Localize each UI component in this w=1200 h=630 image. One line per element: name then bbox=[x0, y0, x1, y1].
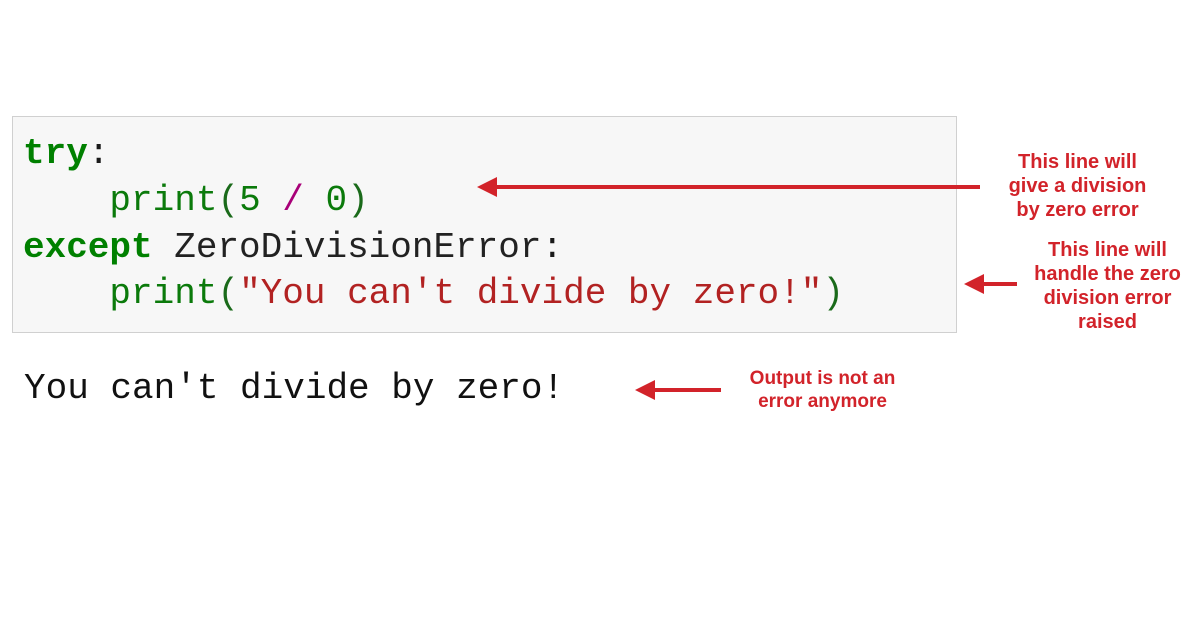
colon: : bbox=[542, 227, 564, 268]
func-print: print bbox=[109, 273, 217, 314]
string-literal: "You can't divide by zero!" bbox=[239, 273, 822, 314]
arrow-head-icon bbox=[964, 274, 984, 294]
keyword-except: except bbox=[23, 227, 153, 268]
annotation-text: by zero error bbox=[985, 198, 1170, 222]
code-line-1: try: bbox=[23, 131, 946, 178]
colon: : bbox=[88, 133, 110, 174]
code-line-3: except ZeroDivisionError: bbox=[23, 225, 946, 272]
keyword-try: try bbox=[23, 133, 88, 174]
annotation-text: error anymore bbox=[725, 391, 920, 414]
annotation-text: This line will bbox=[1020, 238, 1195, 262]
annotation-text: division error bbox=[1020, 286, 1195, 310]
paren-open: ( bbox=[217, 180, 239, 221]
annotation-handle-error: This line will handle the zero division … bbox=[1020, 238, 1195, 334]
exception-name: ZeroDivisionError bbox=[174, 227, 541, 268]
code-block: try: print(5 / 0) except ZeroDivisionErr… bbox=[12, 116, 957, 333]
space bbox=[261, 180, 283, 221]
annotation-text: Output is not an bbox=[725, 368, 920, 391]
annotation-division-error: This line will give a division by zero e… bbox=[985, 150, 1170, 222]
space bbox=[153, 227, 175, 268]
code-line-4: print("You can't divide by zero!") bbox=[23, 271, 946, 318]
space bbox=[304, 180, 326, 221]
arrow-line-icon bbox=[653, 388, 721, 392]
arrow-head-icon bbox=[477, 177, 497, 197]
annotation-text: handle the zero bbox=[1020, 262, 1195, 286]
arrow-line-icon bbox=[982, 282, 1017, 286]
number-5: 5 bbox=[239, 180, 261, 221]
annotation-text: raised bbox=[1020, 310, 1195, 334]
paren-close: ) bbox=[347, 180, 369, 221]
indent bbox=[23, 273, 109, 314]
annotation-output: Output is not an error anymore bbox=[725, 368, 920, 414]
annotation-text: give a division bbox=[985, 174, 1170, 198]
indent bbox=[23, 180, 109, 221]
paren-open: ( bbox=[217, 273, 239, 314]
arrow-line-icon bbox=[495, 185, 980, 189]
annotation-text: This line will bbox=[985, 150, 1170, 174]
number-0: 0 bbox=[326, 180, 348, 221]
func-print: print bbox=[109, 180, 217, 221]
paren-close: ) bbox=[822, 273, 844, 314]
arrow-head-icon bbox=[635, 380, 655, 400]
operator-divide: / bbox=[282, 180, 304, 221]
program-output: You can't divide by zero! bbox=[24, 368, 564, 409]
